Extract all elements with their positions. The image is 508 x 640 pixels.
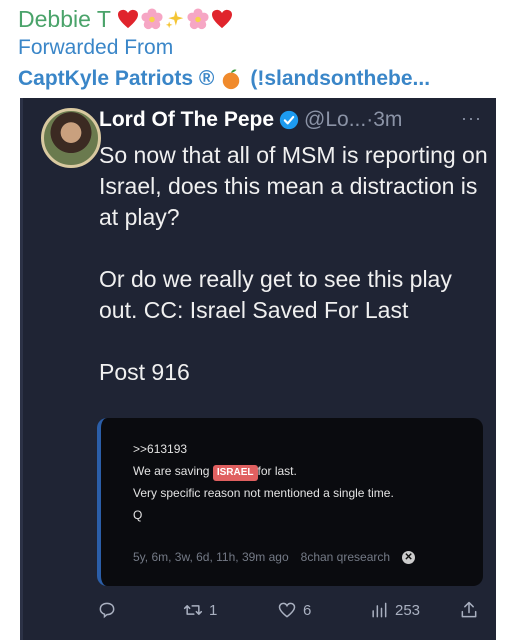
avatar[interactable] — [41, 108, 101, 168]
close-icon: ✕ — [402, 550, 416, 564]
embedded-image[interactable]: >>613193 We are saving ISRAEL for last. V… — [97, 418, 483, 586]
more-options-icon[interactable]: ··· — [461, 108, 482, 129]
post-signature: Q — [133, 508, 143, 522]
forwarded-source-link[interactable]: CaptKyle Patriots ® (!slandsonthebe... — [18, 64, 498, 94]
tweet-actions: 1 6 253 — [23, 600, 499, 628]
views-count: 253 — [395, 601, 421, 619]
post-age: 5y, 6m, 3w, 6d, 11h, 39m ago — [133, 550, 289, 564]
embedded-post-text: >>613193 We are saving ISRAEL for last. V… — [133, 438, 394, 526]
author-display-name[interactable]: Lord Of The Pepe — [99, 108, 274, 132]
sparkles-icon — [165, 10, 184, 29]
forwarded-label: Forwarded From — [18, 36, 174, 59]
post-line-text: for last. — [257, 464, 297, 478]
heart-icon — [211, 9, 232, 29]
retweet-button[interactable]: 1 — [183, 600, 217, 620]
tweet-paragraph: So now that all of MSM is reporting on I… — [99, 142, 488, 230]
post-board: 8chan qresearch — [300, 550, 391, 564]
reply-button[interactable] — [97, 600, 123, 620]
share-icon — [461, 601, 477, 618]
post-line: We are saving ISRAEL for last. — [133, 460, 394, 482]
verified-badge-icon — [279, 110, 299, 130]
highlight-tag: ISRAEL — [212, 465, 258, 481]
tweet-author[interactable]: Lord Of The Pepe @Lo... ·3m — [99, 108, 402, 132]
reply-icon — [99, 602, 115, 619]
retweet-count: 1 — [209, 601, 218, 619]
retweet-icon — [183, 605, 203, 615]
heart-icon — [117, 9, 138, 29]
post-line-text: We are saving — [133, 464, 213, 478]
embedded-post-meta: 5y, 6m, 3w, 6d, 11h, 39m ago 8chan qrese… — [133, 550, 416, 564]
forwarded-source-handle[interactable]: (!slandsonthebe... — [250, 67, 430, 91]
peach-icon — [223, 69, 240, 90]
sender-emoji — [117, 8, 233, 30]
tweet-text: So now that all of MSM is reporting on I… — [99, 140, 489, 388]
like-count: 6 — [303, 601, 312, 619]
flower-icon — [141, 8, 163, 30]
flower-icon — [187, 8, 209, 30]
tweet-paragraph: Post 916 — [99, 359, 190, 385]
sender-row: Debbie T — [18, 4, 498, 34]
share-button[interactable] — [459, 600, 479, 620]
forwarded-source-name[interactable]: CaptKyle Patriots ® — [18, 67, 214, 91]
tweet-time[interactable]: ·3m — [366, 108, 402, 132]
sender-name[interactable]: Debbie T — [18, 6, 111, 33]
like-icon — [278, 602, 296, 618]
tweet-card[interactable]: Lord Of The Pepe @Lo... ·3m ··· So now t… — [20, 98, 496, 640]
author-handle[interactable]: @Lo... — [304, 108, 366, 132]
post-line: Very specific reason not mentioned a sin… — [133, 486, 394, 500]
message-header: Debbie T Forwarded From CaptKyle Patriot… — [18, 4, 498, 94]
like-button[interactable]: 6 — [277, 600, 311, 620]
tweet-paragraph: Or do we really get to see this play out… — [99, 266, 452, 323]
views-button[interactable]: 253 — [369, 600, 420, 620]
post-reference: >>613193 — [133, 442, 188, 456]
views-icon — [372, 602, 387, 618]
